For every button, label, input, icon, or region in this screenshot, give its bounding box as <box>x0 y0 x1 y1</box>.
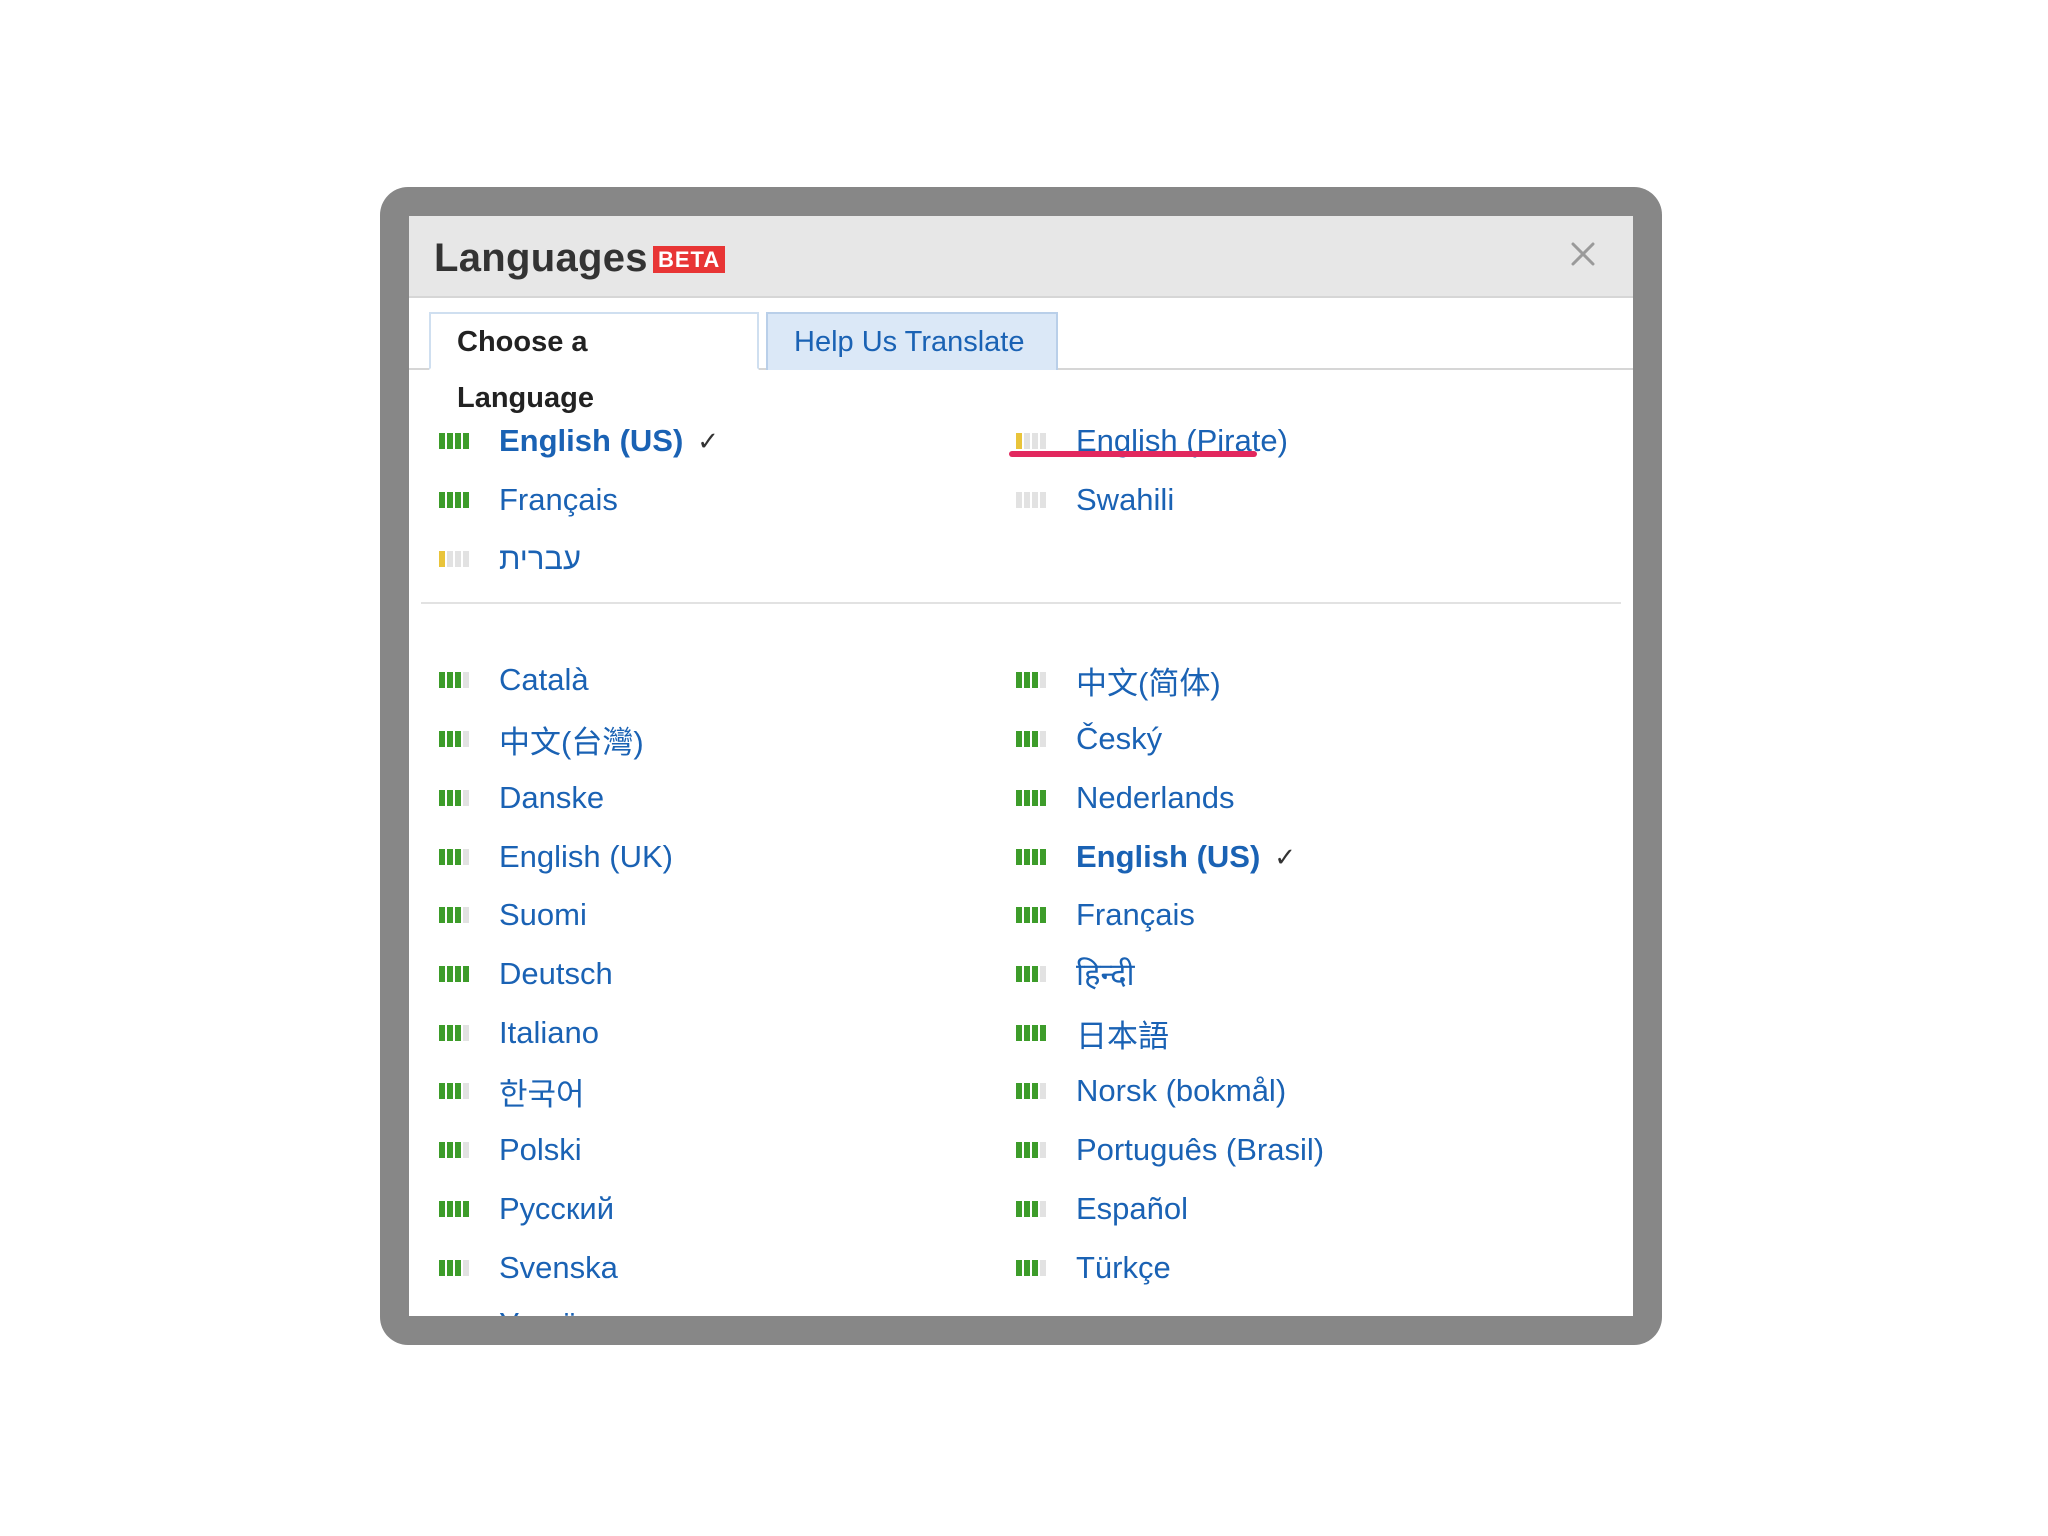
translation-progress-icon <box>1016 731 1052 747</box>
tab-bar: Choose a Language Help Us Translate <box>409 298 1633 414</box>
list-item[interactable]: 日本語 <box>1016 1013 1169 1054</box>
translation-progress-icon <box>439 492 475 508</box>
language-label: Italiano <box>499 1015 599 1050</box>
checkmark-icon: ✓ <box>1274 841 1297 872</box>
language-label: हिन्दी <box>1076 957 1135 992</box>
beta-badge: BETA <box>653 246 726 273</box>
checkmark-icon: ✓ <box>697 425 720 456</box>
list-item[interactable]: Danske <box>439 778 604 818</box>
language-label: English (UK) <box>499 839 673 874</box>
list-item[interactable]: Español <box>1016 1189 1188 1229</box>
translation-progress-icon <box>1016 1260 1052 1276</box>
language-label: Swahili <box>1076 482 1175 517</box>
language-label: Türkçe <box>1076 1250 1171 1285</box>
list-item[interactable]: Suomi <box>439 895 587 935</box>
language-label: Danske <box>499 780 605 815</box>
list-item[interactable]: Português (Brasil) <box>1016 1130 1324 1170</box>
language-label: עברית <box>499 541 581 576</box>
tab-choose-language[interactable]: Choose a Language <box>429 312 759 414</box>
language-label: Português (Brasil) <box>1076 1132 1325 1167</box>
language-label: 中文(台灣) <box>499 724 644 760</box>
language-label: Nederlands <box>1076 780 1235 815</box>
translation-progress-icon <box>1016 672 1052 688</box>
translation-progress-icon <box>1016 1025 1052 1041</box>
language-label: English (US) <box>499 423 684 458</box>
language-swahili[interactable]: Swahili <box>1016 480 1174 520</box>
translation-progress-icon <box>439 849 475 865</box>
language-label: Český <box>1076 721 1163 756</box>
translation-progress-icon <box>439 672 475 688</box>
language-label: Français <box>499 482 618 517</box>
language-francais-featured[interactable]: Français <box>439 480 618 520</box>
translation-progress-icon <box>1016 1142 1052 1158</box>
language-label: English (US) <box>1076 839 1261 874</box>
list-item[interactable]: Deutsch <box>439 954 613 994</box>
close-icon[interactable] <box>1563 234 1603 274</box>
list-item[interactable]: हिन्दी <box>1016 954 1135 994</box>
list-item[interactable]: Català <box>439 660 589 700</box>
modal-frame: Languages BETA Choose a Language Help Us… <box>380 187 1662 1345</box>
translation-progress-icon <box>1016 1201 1052 1217</box>
language-label: 한국어 <box>499 1076 585 1112</box>
translation-progress-icon <box>1016 433 1052 449</box>
list-item[interactable]: English (UK) <box>439 837 673 877</box>
list-item[interactable]: 中文(简体) <box>1016 660 1221 701</box>
language-label: Suomi <box>499 897 587 932</box>
translation-progress-icon <box>439 1260 475 1276</box>
list-item[interactable]: Italiano <box>439 1013 599 1053</box>
tab-help-translate[interactable]: Help Us Translate <box>766 312 1058 370</box>
list-item[interactable]: 한국어 <box>439 1071 585 1112</box>
language-hebrew[interactable]: עברית <box>439 539 581 579</box>
translation-progress-icon <box>439 907 475 923</box>
list-item-selected[interactable]: English (US) ✓ <box>1016 837 1296 877</box>
language-label: Polski <box>499 1132 582 1167</box>
language-label: Українська <box>499 1306 654 1316</box>
translation-progress-icon <box>439 966 475 982</box>
language-label: Norsk (bokmål) <box>1076 1073 1287 1108</box>
language-label: 日本語 <box>1076 1018 1169 1054</box>
languages-dialog: Languages BETA Choose a Language Help Us… <box>409 216 1633 1316</box>
language-label: Español <box>1076 1191 1189 1226</box>
list-item[interactable]: Українська <box>439 1304 654 1316</box>
list-item[interactable]: Český <box>1016 719 1162 759</box>
translation-progress-icon <box>1016 849 1052 865</box>
language-label: Русский <box>499 1191 615 1226</box>
list-item[interactable]: Русский <box>439 1189 614 1229</box>
language-english-us-featured[interactable]: English (US) ✓ <box>439 421 719 461</box>
translation-progress-icon <box>439 790 475 806</box>
section-divider <box>421 602 1621 604</box>
translation-progress-icon <box>1016 492 1052 508</box>
dialog-title: Languages <box>434 236 648 280</box>
language-label: 中文(简体) <box>1076 665 1221 701</box>
language-label: Français <box>1076 897 1195 932</box>
translation-progress-icon <box>439 1083 475 1099</box>
list-item[interactable]: 中文(台灣) <box>439 719 644 760</box>
translation-progress-icon <box>1016 907 1052 923</box>
list-item[interactable]: Polski <box>439 1130 582 1170</box>
translation-progress-icon <box>1016 790 1052 806</box>
list-item[interactable]: Svenska <box>439 1248 618 1288</box>
list-item[interactable]: Nederlands <box>1016 778 1235 818</box>
highlight-underline <box>1009 451 1257 457</box>
language-label: Deutsch <box>499 956 613 991</box>
translation-progress-icon <box>439 1142 475 1158</box>
translation-progress-icon <box>1016 1083 1052 1099</box>
translation-progress-icon <box>1016 966 1052 982</box>
translation-progress-icon <box>439 1201 475 1217</box>
list-item[interactable]: Türkçe <box>1016 1248 1171 1288</box>
language-label: Català <box>499 662 589 697</box>
list-item[interactable]: Norsk (bokmål) <box>1016 1071 1286 1111</box>
dialog-titlebar: Languages BETA <box>409 216 1633 298</box>
language-label: Svenska <box>499 1250 618 1285</box>
translation-progress-icon <box>439 551 475 567</box>
list-item[interactable]: Français <box>1016 895 1195 935</box>
translation-progress-icon <box>439 1025 475 1041</box>
translation-progress-icon <box>439 731 475 747</box>
translation-progress-icon <box>439 433 475 449</box>
